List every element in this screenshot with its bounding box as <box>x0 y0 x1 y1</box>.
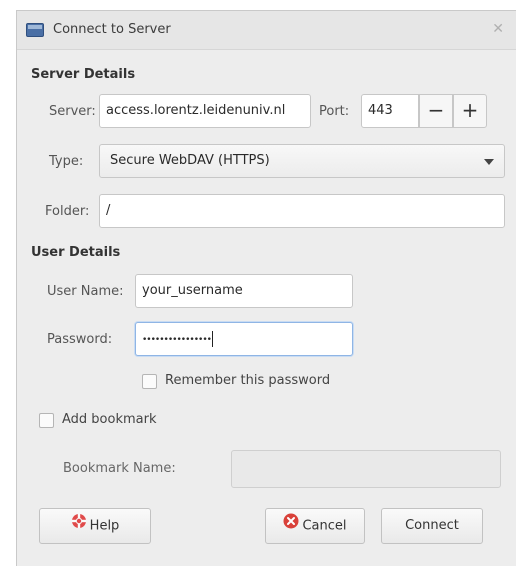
lifebuoy-icon <box>71 509 87 543</box>
username-label: User Name: <box>47 284 124 299</box>
text-cursor <box>211 330 213 347</box>
username-input[interactable]: your_username <box>135 274 353 308</box>
dropdown-arrow-icon <box>484 159 494 165</box>
connect-to-server-dialog: Connect to Server ✕ Server Details Serve… <box>16 10 516 566</box>
user-details-heading: User Details <box>31 245 121 260</box>
port-label: Port: <box>319 104 350 119</box>
type-select[interactable]: Secure WebDAV (HTTPS) <box>99 144 505 178</box>
server-details-heading: Server Details <box>31 67 136 82</box>
password-label: Password: <box>47 332 113 347</box>
cancel-button[interactable]: Cancel <box>265 508 365 544</box>
server-label: Server: <box>49 104 96 119</box>
folder-label: Folder: <box>45 204 90 219</box>
connect-button[interactable]: Connect <box>381 508 483 544</box>
folder-input[interactable]: / <box>99 194 505 228</box>
add-bookmark-label[interactable]: Add bookmark <box>62 412 157 427</box>
window-title: Connect to Server <box>53 22 171 37</box>
remember-password-label[interactable]: Remember this password <box>165 373 330 388</box>
title-bar: Connect to Server ✕ <box>17 11 516 50</box>
server-input[interactable]: access.lorentz.leidenuniv.nl <box>99 94 311 128</box>
help-button[interactable]: Help <box>39 508 151 544</box>
type-label: Type: <box>49 154 84 169</box>
password-input[interactable]: •••••••••••••••• <box>135 322 353 356</box>
cancel-button-label: Cancel <box>302 518 347 534</box>
bookmark-name-input[interactable] <box>231 450 501 488</box>
port-input[interactable]: 443 <box>361 94 419 128</box>
close-icon[interactable]: ✕ <box>492 21 504 37</box>
port-increment-button[interactable]: + <box>453 94 487 128</box>
password-mask: •••••••••••••••• <box>142 335 212 345</box>
type-select-value: Secure WebDAV (HTTPS) <box>110 153 270 168</box>
remember-password-checkbox[interactable] <box>142 374 157 389</box>
bookmark-name-label: Bookmark Name: <box>63 461 176 476</box>
network-drive-icon <box>26 23 44 37</box>
cancel-icon <box>283 509 299 543</box>
add-bookmark-checkbox[interactable] <box>39 413 54 428</box>
port-decrement-button[interactable]: − <box>419 94 453 128</box>
help-button-label: Help <box>89 518 120 534</box>
